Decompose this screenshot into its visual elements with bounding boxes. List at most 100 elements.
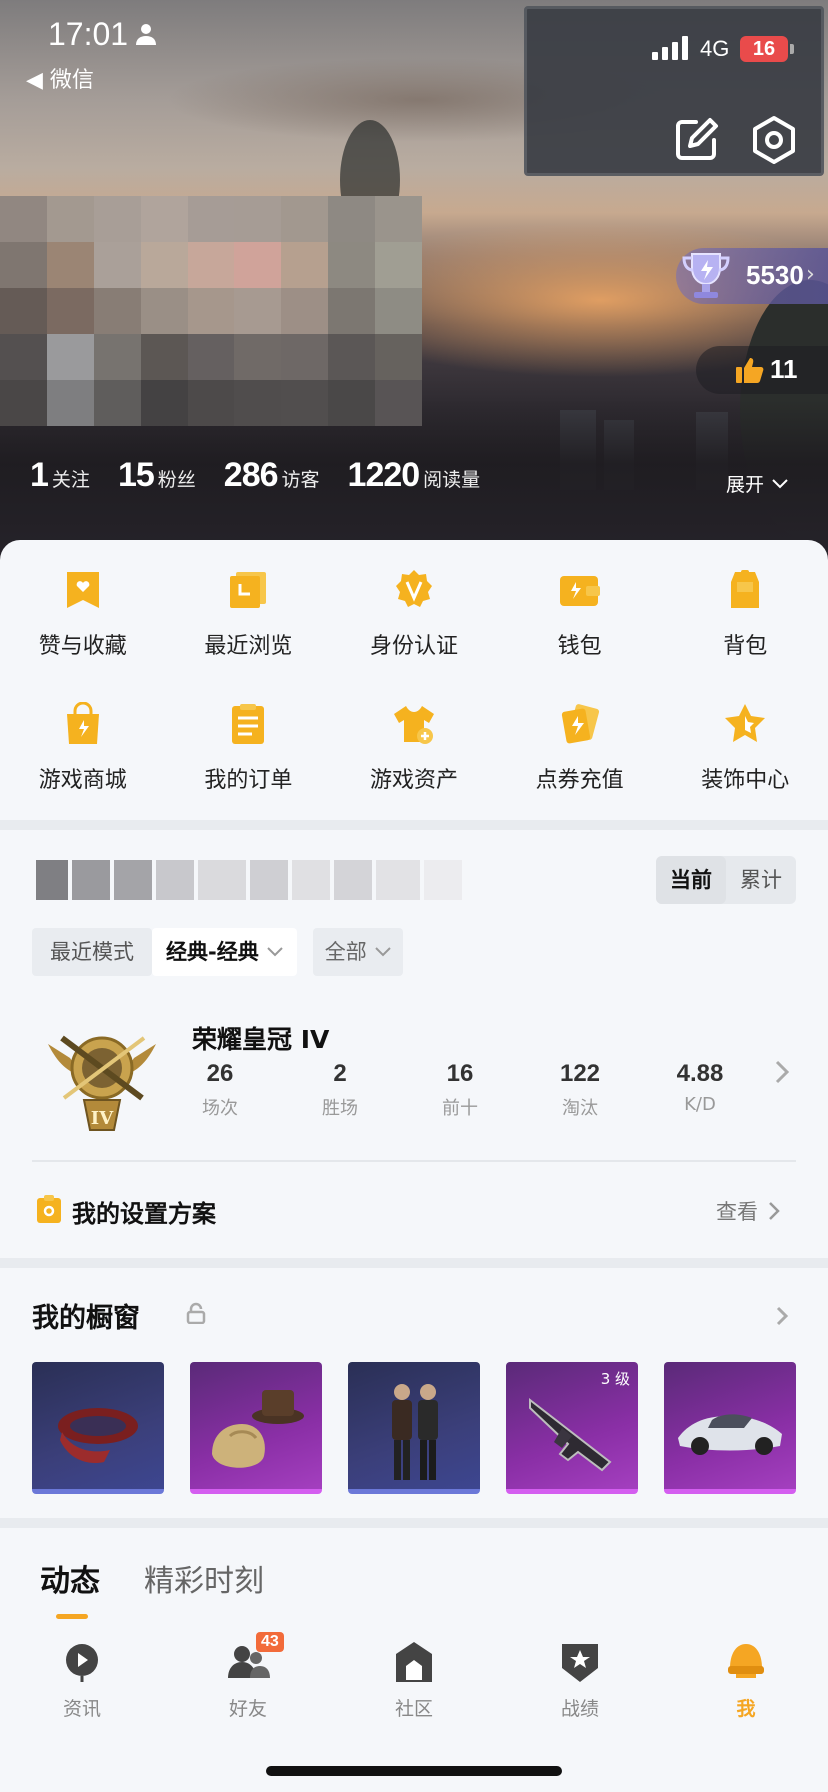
mode-dropdown[interactable]: 经典-经典 [152, 928, 297, 976]
section-divider [0, 1258, 828, 1268]
stat-reads[interactable]: 1220 阅读量 [348, 456, 481, 495]
shortcut-store[interactable]: 游戏商城 [0, 702, 166, 794]
trophy-points-badge[interactable]: 5530 › [676, 248, 828, 304]
shortcut-favorites[interactable]: 赞与收藏 [0, 568, 166, 660]
stat-value: 26 [206, 1060, 234, 1087]
shortcut-recharge[interactable]: 点券充值 [497, 702, 663, 794]
status-bar: 17:01 ◀ 微信 4G 16 [0, 0, 828, 100]
view-plan-link[interactable]: 查看 [716, 1196, 780, 1226]
rank-stat-wins: 2 胜场 [280, 1060, 400, 1120]
settings-hexagon-icon[interactable] [748, 114, 800, 166]
chevron-right-icon [769, 1202, 780, 1220]
nav-community[interactable]: 社区 [354, 1640, 474, 1721]
section-divider [0, 1518, 828, 1528]
chevron-right-icon: › [806, 262, 815, 287]
nav-records[interactable]: 战绩 [520, 1640, 640, 1721]
stat-label: K/D [684, 1094, 716, 1115]
red-scarf-item[interactable] [32, 1362, 164, 1494]
stat-label: 前十 [442, 1098, 478, 1119]
stat-value: 122 [559, 1060, 601, 1087]
shortcut-wallet[interactable]: 钱包 [497, 568, 663, 660]
tab-highlights[interactable]: 精彩时刻 [144, 1556, 264, 1600]
rifle-item[interactable]: 3 级 [506, 1362, 638, 1494]
nav-friends[interactable]: 43 好友 [188, 1632, 308, 1721]
record-icon [562, 1644, 598, 1682]
nav-label: 资讯 [62, 1698, 101, 1720]
chevron-right-icon[interactable] [772, 1058, 792, 1086]
helmet-icon [728, 1644, 764, 1678]
character-duo-item[interactable] [348, 1362, 480, 1494]
thumbs-up-icon [736, 358, 764, 383]
tab-activity[interactable]: 动态 [40, 1556, 100, 1600]
svg-text:IV: IV [91, 1108, 114, 1129]
character-duo-icon [392, 1384, 438, 1480]
community-icon [396, 1642, 432, 1682]
person-icon [136, 24, 156, 45]
lock-icon[interactable] [186, 1302, 206, 1324]
nav-news[interactable]: 资讯 [22, 1640, 142, 1721]
shortcut-grid: 赞与收藏 最近浏览 身份认证 钱包 背包 游戏商城 我的订单 游戏资产 点券充值… [0, 568, 828, 794]
chevron-right-icon[interactable] [774, 1304, 790, 1328]
bookmark-heart-icon [66, 572, 99, 608]
stat-visitors[interactable]: 286 访客 [224, 456, 320, 495]
shortcut-label: 点券充值 [535, 768, 624, 793]
star-decor-icon [725, 704, 766, 742]
recent-view-icon [230, 572, 267, 608]
hat-gloves-item[interactable] [190, 1362, 322, 1494]
profile-header-background: 17:01 ◀ 微信 4G 16 5530 › 11 1 关注 15 粉丝 28… [0, 0, 828, 560]
battery-indicator: 16 [740, 36, 794, 62]
friends-badge: 43 [256, 1632, 284, 1652]
filter-selected: 全部 [324, 940, 367, 964]
rank-stat-kills: 122 淘汰 [520, 1060, 640, 1120]
shortcut-label: 游戏商城 [38, 768, 127, 793]
shortcut-label: 装饰中心 [701, 768, 790, 793]
chevron-down-icon [267, 947, 283, 957]
expand-button[interactable]: 展开 [726, 470, 788, 497]
edit-profile-icon[interactable] [670, 114, 722, 166]
shop-bag-icon [66, 702, 99, 744]
settings-plan-icon [37, 1195, 61, 1223]
period-toggle: 当前 累计 [656, 856, 796, 904]
sports-car-item[interactable] [664, 1362, 796, 1494]
showcase-items: 3 级 [32, 1362, 796, 1494]
back-to-app-link[interactable]: ◀ 微信 [26, 62, 94, 94]
recent-mode-label: 最近模式 [32, 928, 152, 976]
mode-selected: 经典-经典 [166, 940, 259, 964]
tab-cumulative[interactable]: 累计 [726, 856, 796, 904]
shortcut-assets[interactable]: 游戏资产 [331, 702, 497, 794]
chevron-down-icon [375, 947, 391, 957]
rank-tier: 荣耀皇冠 IV [192, 1025, 330, 1054]
chevron-down-icon [772, 478, 788, 488]
rank-stat-matches: 26 场次 [160, 1060, 280, 1120]
shortcut-backpack[interactable]: 背包 [662, 568, 828, 660]
trophy-points-value: 5530 [746, 260, 804, 290]
filter-dropdown[interactable]: 全部 [312, 928, 403, 976]
settings-plan-title[interactable]: 我的设置方案 [72, 1194, 216, 1229]
trophy-icon [682, 253, 730, 298]
cellular-signal-icon [652, 36, 688, 60]
shortcut-orders[interactable]: 我的订单 [166, 702, 332, 794]
shortcut-verify[interactable]: 身份认证 [331, 568, 497, 660]
stat-value: 4.88 [676, 1060, 724, 1087]
stat-following[interactable]: 1 关注 [30, 456, 90, 495]
stat-followers[interactable]: 15 粉丝 [118, 456, 196, 495]
shortcut-label: 最近浏览 [204, 634, 293, 659]
stat-label: 粉丝 [157, 469, 196, 491]
expand-label: 展开 [726, 474, 765, 496]
news-icon [66, 1644, 98, 1682]
shortcut-label: 我的订单 [204, 768, 293, 793]
stat-value: 2 [333, 1060, 347, 1087]
stat-value: 1 [30, 456, 49, 494]
active-tab-indicator [56, 1614, 88, 1619]
sports-car-icon [678, 1414, 782, 1455]
nav-me[interactable]: 我 [686, 1640, 806, 1721]
nav-label: 好友 [228, 1698, 267, 1720]
tab-current[interactable]: 当前 [656, 856, 726, 904]
view-label: 查看 [716, 1200, 758, 1224]
shortcut-decor[interactable]: 装饰中心 [662, 702, 828, 794]
shortcut-recent[interactable]: 最近浏览 [166, 568, 332, 660]
shortcut-panel: 赞与收藏 最近浏览 身份认证 钱包 背包 游戏商城 我的订单 游戏资产 点券充值… [0, 540, 828, 820]
likes-badge[interactable]: 11 [696, 346, 828, 394]
home-indicator [266, 1766, 562, 1776]
stat-label: 阅读量 [423, 469, 481, 491]
